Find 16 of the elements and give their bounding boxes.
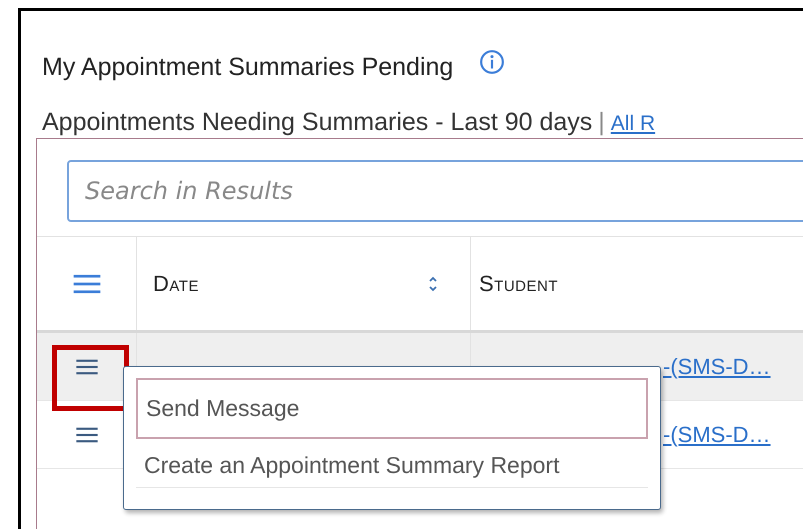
student-link[interactable]: -(SMS-D… — [663, 354, 771, 380]
menu-item[interactable]: Send Message — [136, 378, 648, 439]
panel-title: My Appointment Summaries Pending — [42, 52, 454, 82]
info-icon[interactable] — [479, 49, 506, 75]
menu-icon[interactable] — [74, 358, 98, 374]
menu-icon[interactable] — [72, 274, 102, 294]
search-field[interactable]: Search in Results — [67, 160, 803, 222]
subtitle: Appointments Needing Summaries - Last 90 days — [42, 108, 592, 137]
all-link[interactable]: All R — [610, 112, 656, 136]
sort-icon[interactable] — [428, 274, 438, 292]
menu-item[interactable]: Create an Appointment Summary Report — [136, 443, 648, 488]
separator: | — [598, 108, 605, 137]
column-header[interactable]: Date — [153, 270, 199, 296]
student-link[interactable]: -(SMS-D… — [663, 422, 771, 448]
menu-icon[interactable] — [74, 426, 98, 442]
column-header[interactable]: Student — [479, 270, 558, 296]
